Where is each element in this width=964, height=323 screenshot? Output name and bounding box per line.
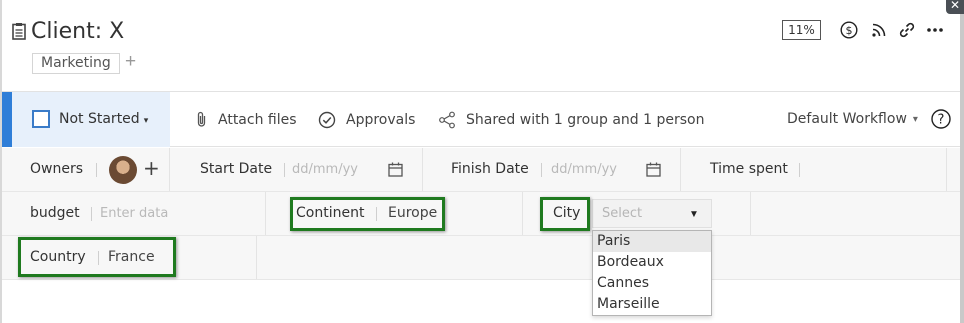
status-label: Not Started	[59, 111, 140, 127]
budget-input[interactable]: Enter data	[100, 206, 168, 221]
link-icon[interactable]	[898, 21, 916, 39]
country-highlight	[18, 237, 176, 277]
attach-files-label: Attach files	[218, 111, 297, 128]
svg-text:?: ?	[938, 113, 945, 128]
status-selector[interactable]: Not Started ▾	[2, 92, 170, 147]
time-spent-field[interactable]: Time spent	[681, 148, 947, 191]
city-select[interactable]: Select ▼	[592, 199, 712, 228]
check-circle-icon	[318, 111, 336, 129]
dropdown-arrow-icon: ▼	[689, 209, 699, 220]
status-checkbox[interactable]	[32, 110, 50, 128]
caret-down-icon: ▾	[912, 113, 918, 125]
progress-badge[interactable]: 11%	[782, 20, 821, 40]
dollar-icon[interactable]: $	[840, 21, 858, 39]
continent-highlight	[290, 197, 445, 231]
start-date-label: Start Date	[200, 161, 273, 177]
fields-row-2: budget Enter data Continent Europe City	[2, 192, 960, 236]
separator	[284, 163, 285, 177]
dropdown-option[interactable]: Paris	[593, 231, 711, 252]
dropdown-option[interactable]: Bordeaux	[593, 252, 711, 273]
owners-field[interactable]: Owners +	[2, 148, 170, 191]
status-dropdown[interactable]: Not Started ▾	[59, 111, 148, 127]
add-owner-button[interactable]: +	[143, 156, 160, 180]
city-dropdown-list: Paris Bordeaux Cannes Marseille	[592, 230, 712, 316]
separator	[541, 163, 542, 177]
approvals-label: Approvals	[346, 112, 416, 128]
approvals-button[interactable]: Approvals	[318, 111, 415, 129]
start-date-field[interactable]: Start Date dd/mm/yy	[170, 148, 423, 191]
owners-label: Owners	[30, 161, 84, 177]
fields-row-1: Owners + Start Date dd/mm/yy Finish Date…	[2, 148, 960, 192]
add-tag-button[interactable]: +	[125, 51, 136, 73]
budget-field[interactable]: budget Enter data	[2, 192, 266, 235]
rss-icon[interactable]	[870, 21, 888, 39]
workflow-selector[interactable]: Default Workflow ▾	[787, 111, 918, 127]
share-button[interactable]: Shared with 1 group and 1 person	[438, 111, 705, 129]
share-label: Shared with 1 group and 1 person	[466, 112, 705, 128]
start-date-input[interactable]: dd/mm/yy	[292, 162, 358, 177]
city-highlight	[540, 197, 590, 231]
window-close-button[interactable]: ✕	[946, 0, 964, 14]
finish-date-input[interactable]: dd/mm/yy	[551, 162, 617, 177]
paperclip-icon	[197, 111, 206, 127]
workflow-label: Default Workflow	[787, 111, 907, 127]
dropdown-option[interactable]: Cannes	[593, 273, 711, 294]
calendar-icon[interactable]	[388, 162, 403, 177]
finish-date-label: Finish Date	[451, 161, 529, 177]
share-icon	[439, 111, 455, 129]
city-select-placeholder: Select	[602, 206, 643, 221]
page-header: Client: X	[12, 16, 124, 46]
close-icon: ✕	[950, 0, 961, 12]
separator	[91, 207, 92, 221]
avatar[interactable]	[109, 156, 137, 184]
finish-date-field[interactable]: Finish Date dd/mm/yy	[423, 148, 681, 191]
budget-label: budget	[30, 205, 80, 221]
dropdown-option[interactable]: Marseille	[593, 294, 711, 315]
page-title[interactable]: Client: X	[31, 19, 124, 44]
separator	[799, 163, 800, 177]
separator	[96, 163, 97, 177]
more-icon[interactable]	[926, 21, 944, 39]
clipboard-icon	[12, 23, 26, 40]
calendar-icon[interactable]	[646, 162, 661, 177]
caret-down-icon: ▾	[143, 116, 149, 126]
time-spent-label: Time spent	[710, 161, 788, 177]
folder-tag[interactable]: Marketing	[32, 53, 120, 74]
svg-text:$: $	[846, 24, 853, 37]
attach-files-button[interactable]: Attach files	[195, 111, 297, 128]
task-toolbar: Not Started ▾ Attach files Approvals Shar…	[2, 91, 960, 147]
help-icon[interactable]: ?	[931, 109, 951, 129]
window-scrollbar[interactable]	[960, 14, 964, 323]
